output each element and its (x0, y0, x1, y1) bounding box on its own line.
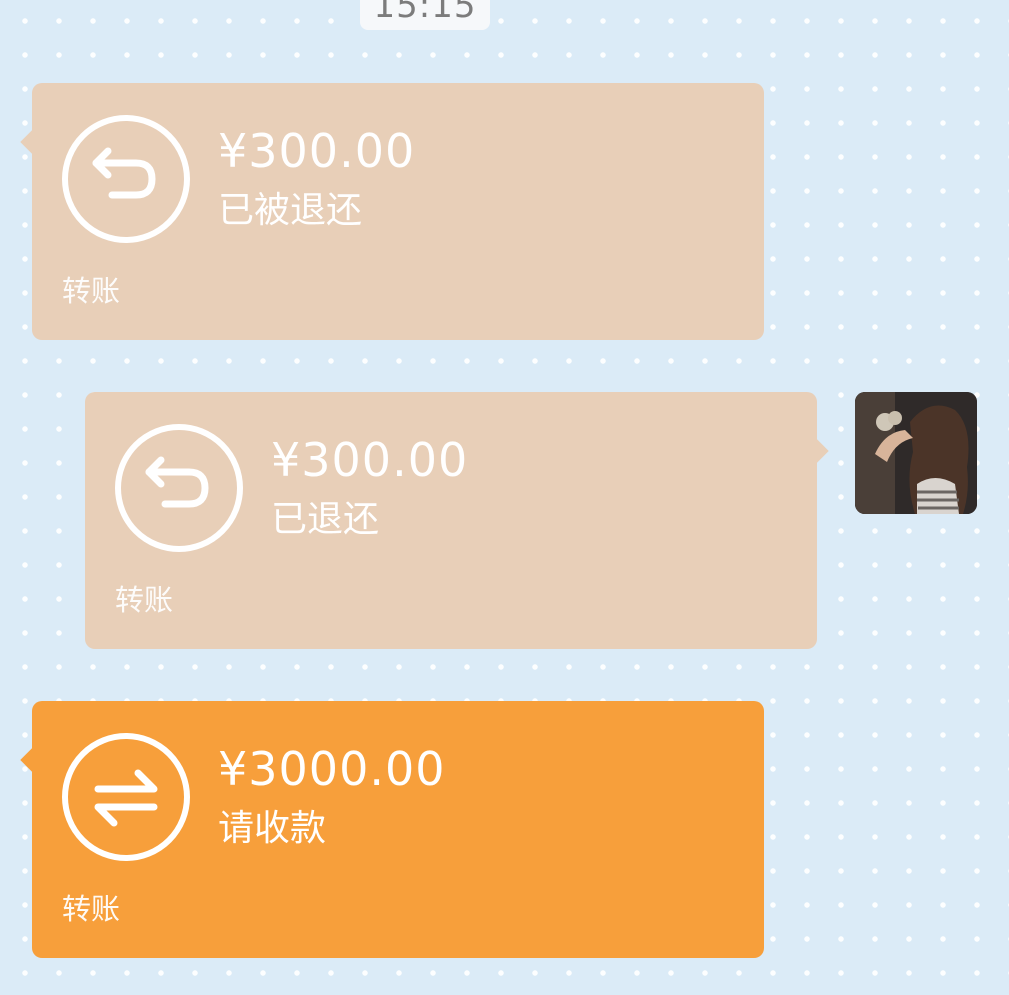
user-avatar[interactable] (855, 392, 977, 514)
bubble-tail (20, 747, 46, 773)
transfer-amount: ¥3000.00 (218, 742, 446, 796)
transfer-bubble-request[interactable]: ¥3000.00 请收款 转账 (20, 701, 764, 958)
return-arrow-icon (62, 115, 190, 243)
user-avatar-photo (855, 392, 977, 514)
transfer-status: 已被退还 (218, 190, 363, 231)
return-arrow-icon (115, 424, 243, 552)
transfer-status: 已退还 (271, 499, 380, 540)
transfer-bubble-returned-outgoing[interactable]: ¥300.00 已退还 转账 (85, 392, 829, 649)
transfer-label: 转账 (62, 274, 121, 308)
transfer-label: 转账 (62, 892, 121, 926)
bubble-tail (20, 129, 46, 155)
transfer-status: 请收款 (218, 808, 327, 849)
transfer-label: 转账 (115, 583, 174, 617)
bubble-tail (803, 438, 829, 464)
transfer-arrows-icon (62, 733, 190, 861)
transfer-amount: ¥300.00 (218, 124, 416, 178)
transfer-bubble-returned-incoming[interactable]: ¥300.00 已被退还 转账 (20, 83, 764, 340)
message-timestamp: 15:15 (360, 0, 490, 30)
transfer-amount: ¥300.00 (271, 433, 469, 487)
